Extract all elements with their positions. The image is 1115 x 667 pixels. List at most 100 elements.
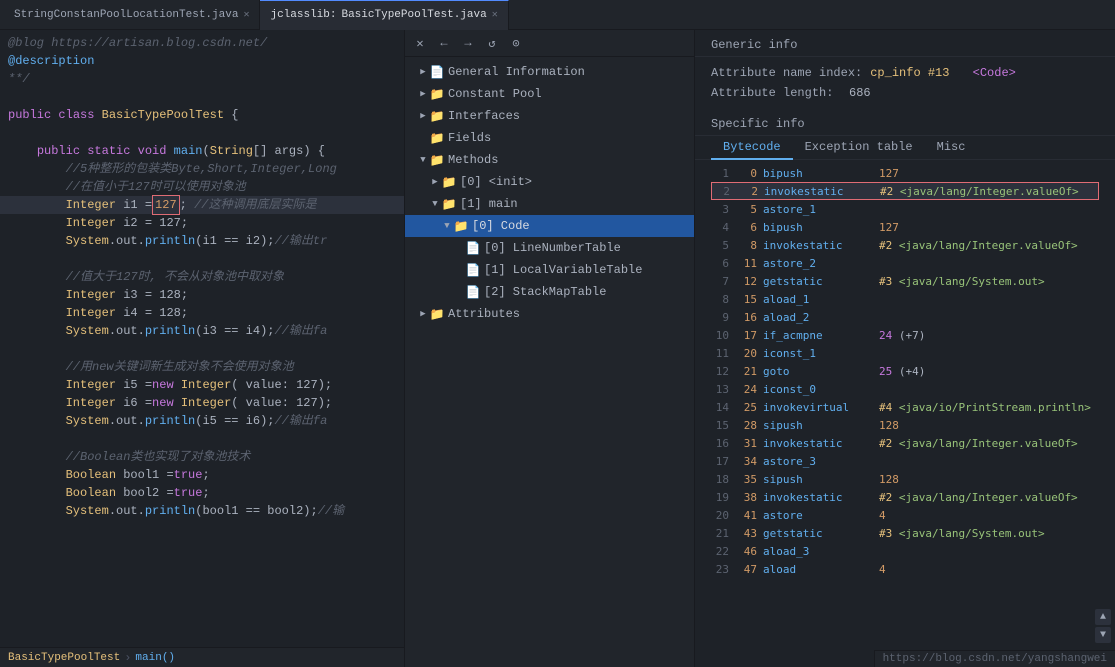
tree-arrow-fields <box>417 133 429 143</box>
folder-icon-code: 📁 <box>453 219 469 234</box>
code-content: @blog https://artisan.blog.csdn.net/ @de… <box>0 30 404 667</box>
tree-arrow-cp: ▶ <box>417 89 429 99</box>
breadcrumb-method: main() <box>135 652 175 664</box>
tree-arrow-iface: ▶ <box>417 111 429 121</box>
tree-arrow-ln <box>453 243 465 253</box>
stop-button[interactable]: ⊙ <box>507 34 525 52</box>
code-line: **/ <box>0 70 404 88</box>
tree-panel: ✕ ← → ↺ ⊙ ▶ 📄 General Information ▶ 📁 <box>405 30 695 667</box>
file-icon-sm: 📄 <box>465 285 481 300</box>
tab-exception-table[interactable]: Exception table <box>793 136 925 160</box>
code-line: System .out. println (bool1 == bool2); /… <box>0 502 404 520</box>
specific-info-header: Specific info <box>695 109 1115 136</box>
tree-item-interfaces[interactable]: ▶ 📁 Interfaces <box>405 105 694 127</box>
tree-label-methods: Methods <box>448 153 690 167</box>
back-button[interactable]: ← <box>435 34 453 52</box>
tab-prefix: jclasslib: <box>270 9 336 21</box>
forward-button[interactable]: → <box>459 34 477 52</box>
tree-item-attributes[interactable]: ▶ 📁 Attributes <box>405 303 694 325</box>
tree-arrow-general: ▶ <box>417 67 429 77</box>
bc-row-12: 12 21 goto 25 (+4) <box>711 362 1099 380</box>
bc-row-15: 15 28 sipush 128 <box>711 416 1099 434</box>
tab-bytecode[interactable]: Bytecode <box>711 136 793 160</box>
attr-name-code: <Code> <box>973 66 1016 80</box>
tree-label-cp: Constant Pool <box>448 87 690 101</box>
scroll-down-button[interactable]: ▼ <box>1095 627 1111 643</box>
bc-row-20: 20 41 astore 4 <box>711 506 1099 524</box>
info-tab-row: Bytecode Exception table Misc <box>695 136 1115 160</box>
info-panel: Generic info Attribute name index: cp_in… <box>695 30 1115 667</box>
code-line: Integer i2 = 127; <box>0 214 404 232</box>
tree-item-linenumber[interactable]: 📄 [0] LineNumberTable <box>405 237 694 259</box>
attr-name-link[interactable]: cp_info #13 <box>870 66 949 80</box>
code-line: @description <box>0 52 404 70</box>
tree-arrow-init: ▶ <box>429 177 441 187</box>
code-line <box>0 124 404 142</box>
tab-close-1[interactable]: ✕ <box>243 9 249 21</box>
tree-label-fields: Fields <box>448 131 690 145</box>
code-line: //在值小于127时可以使用对象池 <box>0 178 404 196</box>
tab-string-pool[interactable]: StringConstanPoolLocationTest.java ✕ <box>4 0 260 30</box>
code-line: //用new关键词新生成对象不会使用对象池 <box>0 358 404 376</box>
folder-icon-fields: 📁 <box>429 131 445 146</box>
tree-label-iface: Interfaces <box>448 109 690 123</box>
attr-length-label: Attribute length: <box>711 86 841 100</box>
code-line: //Boolean类也实现了对象池技术 <box>0 448 404 466</box>
attr-length-value: 686 <box>849 86 871 100</box>
tree-item-main[interactable]: ▼ 📁 [1] main <box>405 193 694 215</box>
tree-label-init: [0] <init> <box>460 175 690 189</box>
generic-info-header: Generic info <box>695 30 1115 57</box>
tree-item-constant-pool[interactable]: ▶ 📁 Constant Pool <box>405 83 694 105</box>
tree-label-ln: [0] LineNumberTable <box>484 241 690 255</box>
tree-item-stackmap[interactable]: 📄 [2] StackMapTable <box>405 281 694 303</box>
code-line: Boolean bool2 = true ; <box>0 484 404 502</box>
bc-row-2: 2 2 invokestatic #2 <java/lang/Integer.v… <box>711 182 1099 200</box>
tree-item-general[interactable]: ▶ 📄 General Information <box>405 61 694 83</box>
code-line: Integer i6 = new Integer ( value: 127); <box>0 394 404 412</box>
bc-row-21: 21 43 getstatic #3 <java/lang/System.out… <box>711 524 1099 542</box>
breadcrumb-class: BasicTypePoolTest <box>8 652 120 664</box>
generic-info-section: Attribute name index: cp_info #13 <Code>… <box>695 57 1115 109</box>
tree-label-code: [0] Code <box>472 219 690 233</box>
tab-basic-pool[interactable]: jclasslib: BasicTypePoolTest.java ✕ <box>260 0 508 30</box>
tree-item-localvar[interactable]: 📄 [1] LocalVariableTable <box>405 259 694 281</box>
bytecode-table[interactable]: 1 0 bipush 127 2 2 invokestatic #2 <java… <box>695 160 1115 667</box>
scroll-up-button[interactable]: ▲ <box>1095 609 1111 625</box>
bc-row-18: 18 35 sipush 128 <box>711 470 1099 488</box>
tab-close-2[interactable]: ✕ <box>492 9 498 21</box>
tab-label-active: BasicTypePoolTest.java <box>341 9 486 21</box>
tab-misc[interactable]: Misc <box>925 136 978 160</box>
folder-icon-cp: 📁 <box>429 87 445 102</box>
tree-content: ▶ 📄 General Information ▶ 📁 Constant Poo… <box>405 57 694 667</box>
bc-row-19: 19 38 invokestatic #2 <java/lang/Integer… <box>711 488 1099 506</box>
folder-icon-attrs: 📁 <box>429 307 445 322</box>
tree-item-fields[interactable]: 📁 Fields <box>405 127 694 149</box>
bc-row-22: 22 46 aload_3 <box>711 542 1099 560</box>
tree-arrow-methods: ▼ <box>417 155 429 165</box>
tree-item-methods[interactable]: ▼ 📁 Methods <box>405 149 694 171</box>
folder-icon-init: 📁 <box>441 175 457 190</box>
info-row-attr-length: Attribute length: 686 <box>711 83 1099 103</box>
file-icon-lv: 📄 <box>465 263 481 278</box>
breadcrumb: BasicTypePoolTest › main() <box>0 647 404 667</box>
info-row-name-index: Attribute name index: cp_info #13 <Code> <box>711 63 1099 83</box>
tree-label-main: [1] main <box>460 197 690 211</box>
code-line: System .out. println (i1 == i2); //输出tr <box>0 232 404 250</box>
tree-item-init[interactable]: ▶ 📁 [0] <init> <box>405 171 694 193</box>
bc-row-8: 8 15 aload_1 <box>711 290 1099 308</box>
bc-row-14: 14 25 invokevirtual #4 <java/io/PrintStr… <box>711 398 1099 416</box>
close-button[interactable]: ✕ <box>411 34 429 52</box>
code-line: public static void main ( String [] args… <box>0 142 404 160</box>
code-line <box>0 340 404 358</box>
tree-item-code[interactable]: ▼ 📁 [0] Code <box>405 215 694 237</box>
code-line: //值大于127时, 不会从对象池中取对象 <box>0 268 404 286</box>
bc-row-23: 23 47 aload 4 <box>711 560 1099 578</box>
refresh-button[interactable]: ↺ <box>483 34 501 52</box>
code-line: Integer i5 = new Integer ( value: 127); <box>0 376 404 394</box>
tree-arrow-attrs: ▶ <box>417 309 429 319</box>
file-icon-ln: 📄 <box>465 241 481 256</box>
folder-icon-methods: 📁 <box>429 153 445 168</box>
code-line <box>0 250 404 268</box>
code-panel: @blog https://artisan.blog.csdn.net/ @de… <box>0 30 405 667</box>
bc-row-4: 4 6 bipush 127 <box>711 218 1099 236</box>
